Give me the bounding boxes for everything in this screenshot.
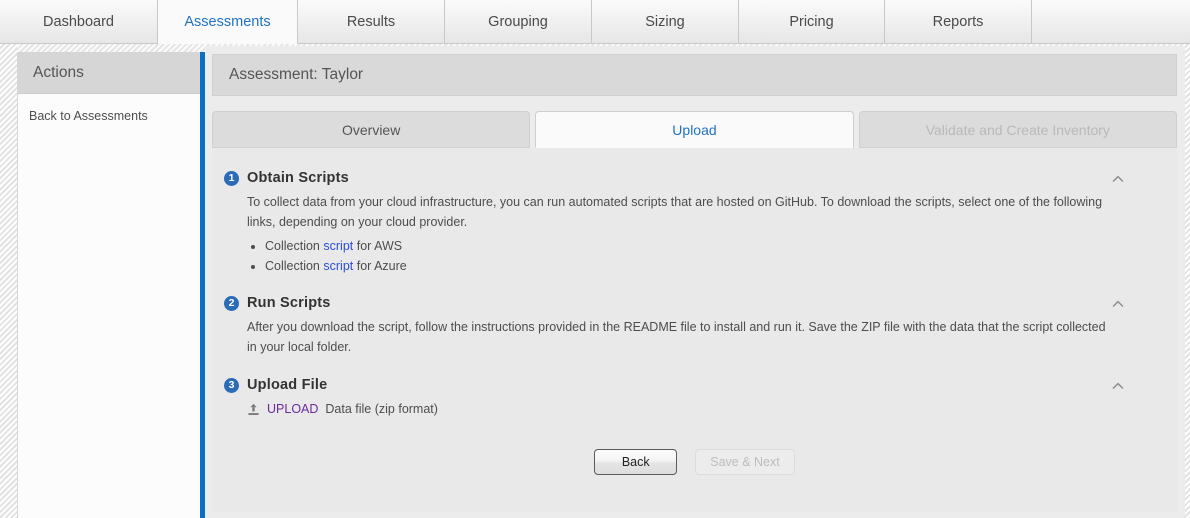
save-and-next-button: Save & Next xyxy=(695,449,795,475)
left-edge-texture xyxy=(0,44,17,518)
step-1-number-badge: 1 xyxy=(224,170,239,186)
tab-upload[interactable]: Upload xyxy=(535,111,854,148)
step-3-number: 3 xyxy=(228,378,235,391)
tab-sizing-label: Sizing xyxy=(645,14,685,30)
tab-dashboard-label: Dashboard xyxy=(43,14,114,30)
wizard-tabs: Overview Upload Validate and Create Inve… xyxy=(212,111,1177,148)
top-navigation-bar: Dashboard Assessments Results Grouping S… xyxy=(0,0,1190,44)
chevron-up-icon[interactable] xyxy=(1111,379,1125,393)
azure-prefix: Collection xyxy=(265,259,324,273)
step-1-number: 1 xyxy=(228,171,235,184)
tab-results-label: Results xyxy=(346,14,396,30)
tab-sizing[interactable]: Sizing xyxy=(592,0,739,44)
step-3-header: 3 Upload File xyxy=(212,377,1177,393)
tab-reports-label: Reports xyxy=(932,14,984,30)
azure-suffix: for Azure xyxy=(353,259,407,273)
step-3-title: Upload File xyxy=(247,377,328,393)
sidebar-item-back-to-assessments-label: Back to Assessments xyxy=(29,109,148,123)
step-2-number-badge: 2 xyxy=(224,295,239,311)
step-2-title: Run Scripts xyxy=(247,295,331,311)
upload-control-row: UPLOAD Data file (zip format) xyxy=(212,402,1177,416)
list-item-azure-script: Collection script for Azure xyxy=(265,256,1107,276)
app-root: Dashboard Assessments Results Grouping S… xyxy=(0,0,1190,518)
tab-overview-label: Overview xyxy=(341,121,401,138)
page-title: Assessment: Taylor xyxy=(212,54,1177,96)
step-1-body: To collect data from your cloud infrastr… xyxy=(212,192,1177,276)
step-2-body: After you download the script, follow th… xyxy=(212,317,1177,357)
tab-assessments[interactable]: Assessments xyxy=(158,0,298,44)
chevron-up-icon[interactable] xyxy=(1111,297,1125,311)
tab-pricing[interactable]: Pricing xyxy=(739,0,885,44)
upload-icon xyxy=(247,403,260,416)
aws-suffix: for AWS xyxy=(353,239,403,253)
actions-sidebar: Actions Back to Assessments xyxy=(17,52,201,518)
tab-reports[interactable]: Reports xyxy=(885,0,1032,44)
upload-caption: Data file (zip format) xyxy=(325,402,438,416)
back-button[interactable]: Back xyxy=(594,449,678,475)
tab-validate-and-create-inventory-label: Validate and Create Inventory xyxy=(925,121,1110,138)
list-item-aws-script: Collection script for AWS xyxy=(265,236,1107,256)
step-2-number: 2 xyxy=(228,296,235,309)
sidebar-header: Actions xyxy=(18,53,200,94)
main-content-area: Assessment: Taylor Overview Upload Valid… xyxy=(205,46,1185,518)
tab-results[interactable]: Results xyxy=(298,0,445,44)
tab-assessments-label: Assessments xyxy=(184,13,271,30)
tab-validate-and-create-inventory: Validate and Create Inventory xyxy=(858,111,1177,148)
step-upload-file: 3 Upload File UPLOAD Data file (zip form… xyxy=(212,377,1177,416)
step-obtain-scripts: 1 Obtain Scripts To collect data from yo… xyxy=(212,170,1177,276)
sidebar-header-label: Actions xyxy=(33,64,84,81)
step-1-header: 1 Obtain Scripts xyxy=(212,170,1177,186)
step-1-script-list: Collection script for AWS Collection scr… xyxy=(247,236,1107,276)
wizard-button-row: Back Save & Next xyxy=(212,449,1177,475)
step-1-paragraph: To collect data from your cloud infrastr… xyxy=(247,195,1103,229)
step-1-title: Obtain Scripts xyxy=(247,170,349,186)
upload-panel: 1 Obtain Scripts To collect data from yo… xyxy=(212,148,1177,512)
tab-pricing-label: Pricing xyxy=(789,14,834,30)
upload-link[interactable]: UPLOAD xyxy=(267,402,318,416)
tab-grouping[interactable]: Grouping xyxy=(445,0,592,44)
tab-overview[interactable]: Overview xyxy=(212,111,531,148)
aws-script-link[interactable]: script xyxy=(323,239,353,253)
aws-prefix: Collection xyxy=(265,239,324,253)
step-2-header: 2 Run Scripts xyxy=(212,295,1177,311)
step-3-number-badge: 3 xyxy=(224,377,239,393)
sidebar-body: Back to Assessments xyxy=(18,94,200,124)
sidebar-item-back-to-assessments[interactable]: Back to Assessments xyxy=(29,108,200,124)
tab-grouping-label: Grouping xyxy=(488,14,548,30)
step-2-paragraph: After you download the script, follow th… xyxy=(247,320,1106,354)
azure-script-link[interactable]: script xyxy=(323,259,353,273)
chevron-up-icon[interactable] xyxy=(1111,172,1125,186)
top-navigation-filler xyxy=(1032,0,1190,44)
page-title-label: Assessment: Taylor xyxy=(229,66,364,83)
step-run-scripts: 2 Run Scripts After you download the scr… xyxy=(212,295,1177,357)
tab-upload-label: Upload xyxy=(672,121,717,138)
tab-dashboard[interactable]: Dashboard xyxy=(0,0,158,44)
